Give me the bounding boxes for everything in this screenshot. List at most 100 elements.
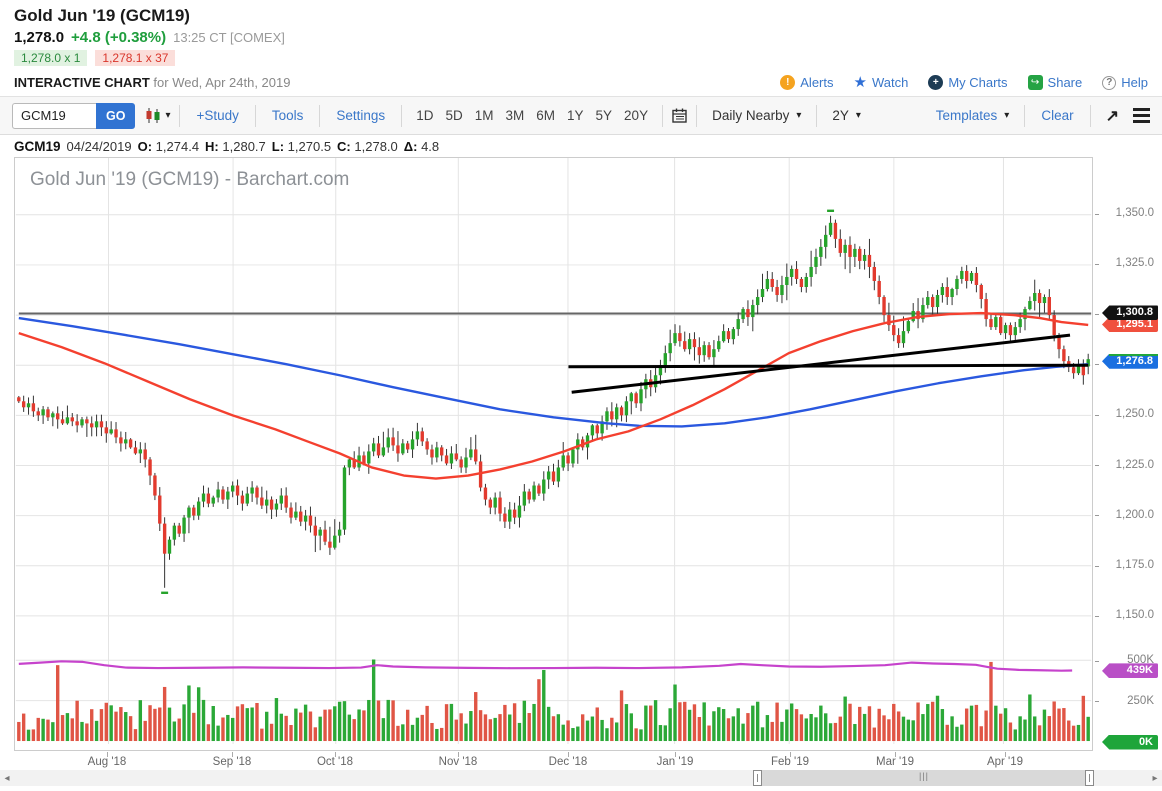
toolbar-divider [401, 105, 402, 127]
time-axis-label: Nov '18 [439, 756, 478, 768]
toolbar-divider [816, 105, 817, 127]
volume-tag-439K: 439K [1102, 663, 1158, 678]
range-button-3m[interactable]: 3M [500, 106, 529, 125]
price-tag-1,300.8: 1,300.8 [1102, 305, 1158, 320]
chevron-down-icon: ▾ [796, 110, 801, 121]
toolbar-divider [1090, 105, 1091, 127]
time-axis-label: Apr '19 [987, 756, 1023, 768]
chart-canvas[interactable] [14, 157, 1095, 753]
toolbar-divider [1024, 105, 1025, 127]
templates-dropdown[interactable]: Templates ▾ [930, 108, 1016, 123]
chevron-down-icon: ▾ [1004, 110, 1009, 121]
time-axis-label: Mar '19 [876, 756, 914, 768]
chevron-down-icon: ▾ [165, 110, 170, 121]
clear-button[interactable]: Clear [1034, 108, 1080, 123]
toolbar-divider [696, 105, 697, 127]
frequency-value: Daily Nearby [712, 108, 789, 123]
lookback-dropdown[interactable]: 2Y ▾ [826, 108, 867, 123]
symbol-input[interactable] [12, 103, 96, 129]
banner-link-help[interactable]: ? Help [1102, 75, 1148, 90]
range-button-5d[interactable]: 5D [440, 106, 467, 125]
time-axis-label: Oct '18 [317, 756, 353, 768]
banner-link-label: Help [1121, 75, 1148, 90]
alert-icon: ! [780, 75, 795, 90]
banner-link-alerts[interactable]: !Alerts [780, 75, 833, 90]
range-button-1d[interactable]: 1D [411, 106, 438, 125]
price-row: 1,278.0 +4.8 (+0.38%) 13:25 CT [COMEX] [14, 29, 1148, 46]
page-title: Gold Jun '19 (GCM19) [14, 6, 1148, 26]
time-axis-label: Jan '19 [657, 756, 694, 768]
templates-label: Templates [936, 108, 998, 123]
chart-region: Gold Jun '19 (GCM19) - Barchart.com 1,35… [0, 157, 1162, 770]
quote-time: 13:25 CT [COMEX] [173, 30, 285, 45]
barchart-interactive-chart-page: Gold Jun '19 (GCM19) 1,278.0 +4.8 (+0.38… [0, 0, 1162, 791]
extreme-marker [827, 210, 834, 212]
banner-link-label: Watch [872, 75, 908, 90]
add-study-button[interactable]: +Study [189, 108, 245, 123]
banner-link-my-charts[interactable]: +My Charts [928, 75, 1007, 90]
toolbar-divider [319, 105, 320, 127]
ohlc-date: 04/24/2019 [67, 139, 132, 154]
go-button[interactable]: GO [96, 103, 135, 129]
bid-value: 1,278.0 x 1 [14, 50, 87, 66]
time-axis-label: Dec '18 [549, 756, 588, 768]
banner-link-share[interactable]: ↪Share [1028, 75, 1083, 90]
red-ma-line [19, 313, 1088, 478]
quote-header: Gold Jun '19 (GCM19) 1,278.0 +4.8 (+0.38… [0, 0, 1162, 66]
time-axis-label: Sep '18 [213, 756, 252, 768]
price-axis-label: 1,250.0 [1096, 408, 1154, 420]
rising-trendline [572, 335, 1070, 392]
chart-scrollbar[interactable]: ◂ ||| ▸ [0, 770, 1162, 786]
candles [17, 216, 1090, 588]
scrollbar-right-arrow-icon[interactable]: ▸ [1148, 770, 1162, 786]
menu-button[interactable] [1133, 108, 1150, 123]
scrollbar-left-arrow-icon[interactable]: ◂ [0, 770, 14, 786]
price-axis-label: 1,200.0 [1096, 509, 1154, 521]
chart-type-dropdown[interactable]: ▾ [145, 107, 170, 124]
price-change: +4.8 (+0.38%) [71, 29, 166, 46]
price-axis-label: 1,175.0 [1096, 559, 1154, 571]
frequency-dropdown[interactable]: Daily Nearby ▾ [706, 108, 807, 123]
scrollbar-grip-icon[interactable]: ||| [919, 771, 929, 781]
ohlc-change: 4.8 [421, 139, 439, 154]
scrollbar-thumb[interactable]: ||| [758, 770, 1090, 786]
ohlc-low: 1,270.5 [288, 139, 331, 154]
toolbar-divider [255, 105, 256, 127]
price-axis-label: 1,150.0 [1096, 609, 1154, 621]
price-tag-1,276.8: 1,276.8 [1102, 354, 1158, 369]
banner-link-label: My Charts [948, 75, 1007, 90]
range-button-6m[interactable]: 6M [531, 106, 560, 125]
lookback-value: 2Y [832, 108, 849, 123]
range-button-5y[interactable]: 5Y [591, 106, 618, 125]
ohlc-open: 1,274.4 [156, 139, 199, 154]
ohlc-symbol: GCM19 [14, 139, 61, 154]
open-interest-line [19, 661, 1072, 670]
tools-button[interactable]: Tools [265, 108, 311, 123]
price-axis-label: 1,225.0 [1096, 459, 1154, 471]
range-button-1m[interactable]: 1M [470, 106, 499, 125]
time-axis: Aug '18 Sep '18 Oct '18 Nov '18 Dec '18 Jan '… [14, 753, 1095, 770]
interactive-chart-banner: INTERACTIVE CHART for Wed, Apr 24th, 201… [0, 70, 1162, 97]
star-icon: ★ [854, 75, 867, 90]
range-button-1y[interactable]: 1Y [562, 106, 589, 125]
price-axis-label: 1,325.0 [1096, 257, 1154, 269]
price-axis: 1,350.01,325.01,300.01,275.01,250.01,225… [1096, 157, 1162, 753]
banner-link-watch[interactable]: ★ Watch [854, 75, 909, 90]
chart-toolbar: GO ▾ +Study Tools Settings 1D5D1M3M6M1Y5… [0, 97, 1162, 135]
help-icon: ? [1102, 76, 1116, 90]
calendar-button[interactable] [672, 108, 687, 123]
calendar-icon [672, 108, 687, 123]
banner-date: for Wed, Apr 24th, 2019 [153, 75, 290, 90]
settings-button[interactable]: Settings [329, 108, 392, 123]
ohlc-high: 1,280.7 [222, 139, 265, 154]
candlestick-icon [145, 107, 162, 124]
last-price: 1,278.0 [14, 29, 64, 46]
scrollbar-left-handle[interactable] [753, 770, 762, 786]
banner-links: !Alerts ★ Watch +My Charts ↪Share? Help [780, 75, 1148, 90]
time-axis-label: Aug '18 [88, 756, 127, 768]
extreme-marker [161, 592, 168, 594]
ohlc-readout: GCM19 04/24/2019 O: 1,274.4 H: 1,280.7 L… [0, 135, 1162, 157]
scrollbar-right-handle[interactable] [1085, 770, 1094, 786]
pointer-tool-icon[interactable]: ↗ [1106, 106, 1119, 126]
range-button-20y[interactable]: 20Y [619, 106, 653, 125]
